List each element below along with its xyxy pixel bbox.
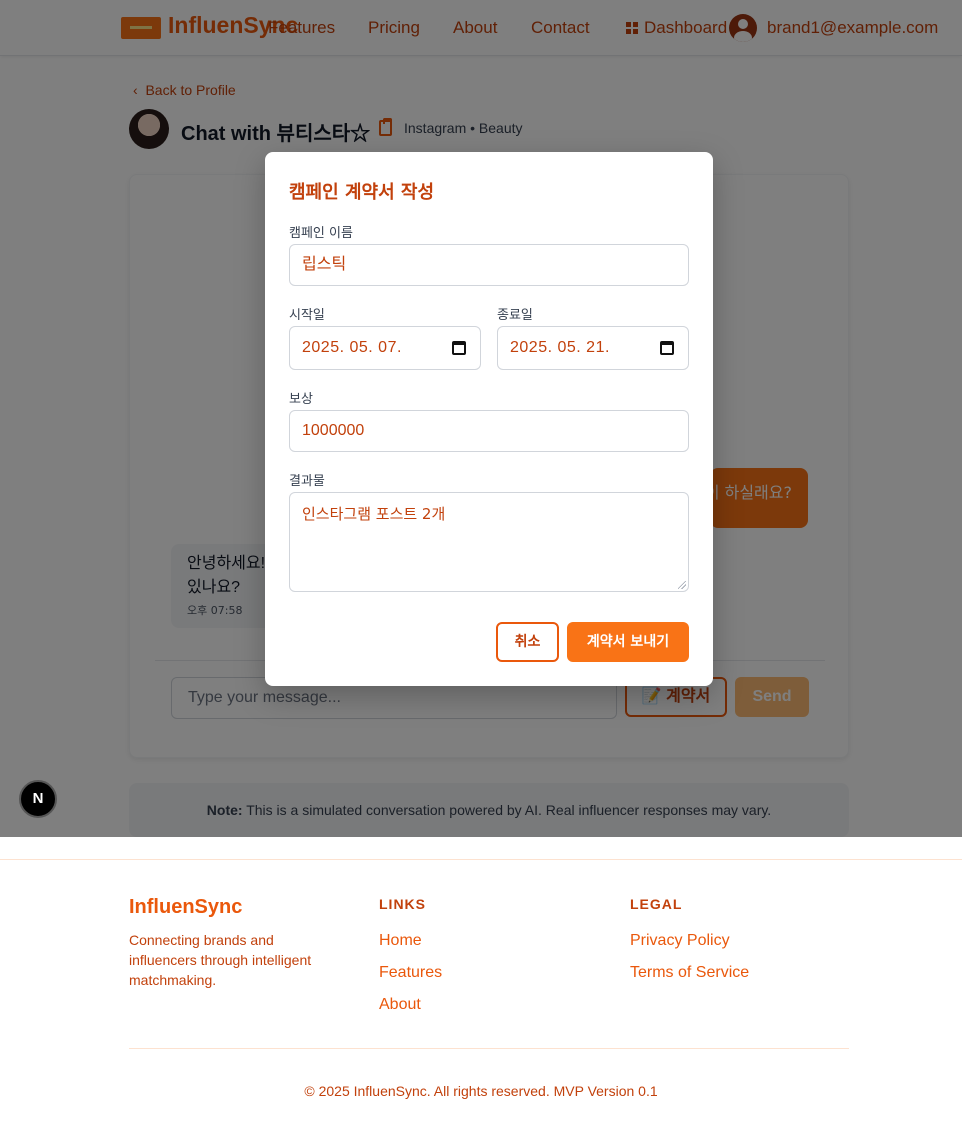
cancel-button[interactable]: 취소 <box>496 622 559 662</box>
reward-label: 보상 <box>289 392 313 407</box>
start-date-input[interactable]: 2025. 05. 07. <box>289 326 481 370</box>
start-date-value: 2025. 05. 07. <box>302 339 402 356</box>
next-dev-badge[interactable]: N <box>19 780 57 818</box>
deliverable-textarea[interactable]: 인스타그램 포스트 2개 <box>289 492 689 592</box>
footer-tagline: Connecting brands and influencers throug… <box>129 932 312 988</box>
footer-link-home[interactable]: Home <box>379 932 422 950</box>
calendar-icon[interactable] <box>452 341 466 355</box>
footer-link-about[interactable]: About <box>379 996 421 1014</box>
end-date-label: 종료일 <box>497 308 533 323</box>
end-date-value: 2025. 05. 21. <box>510 339 610 356</box>
start-date-label: 시작일 <box>289 308 325 323</box>
footer-link-terms[interactable]: Terms of Service <box>630 964 749 982</box>
modal-title: 캠페인 계약서 작성 <box>289 182 435 203</box>
deliverable-value: 인스타그램 포스트 2개 <box>302 505 446 523</box>
campaign-name-input[interactable]: 립스틱 <box>289 244 689 286</box>
resize-handle-icon[interactable] <box>678 581 686 589</box>
footer: InfluenSync Connecting brands and influe… <box>0 859 962 1133</box>
contract-modal: 캠페인 계약서 작성 캠페인 이름 립스틱 시작일 2025. 05. 07. … <box>265 152 713 686</box>
reward-input[interactable]: 1000000 <box>289 410 689 452</box>
calendar-icon[interactable] <box>660 341 674 355</box>
end-date-input[interactable]: 2025. 05. 21. <box>497 326 689 370</box>
footer-link-features[interactable]: Features <box>379 964 442 982</box>
footer-link-privacy[interactable]: Privacy Policy <box>630 932 730 950</box>
footer-divider <box>129 1048 849 1049</box>
deliverable-label: 결과물 <box>289 474 325 489</box>
send-contract-button[interactable]: 계약서 보내기 <box>567 622 689 662</box>
footer-links-heading: LINKS <box>379 896 426 912</box>
footer-copyright: © 2025 InfluenSync. All rights reserved.… <box>304 1083 658 1099</box>
footer-brand: InfluenSync <box>129 896 243 918</box>
campaign-name-label: 캠페인 이름 <box>289 226 353 241</box>
footer-legal-heading: LEGAL <box>630 896 683 912</box>
